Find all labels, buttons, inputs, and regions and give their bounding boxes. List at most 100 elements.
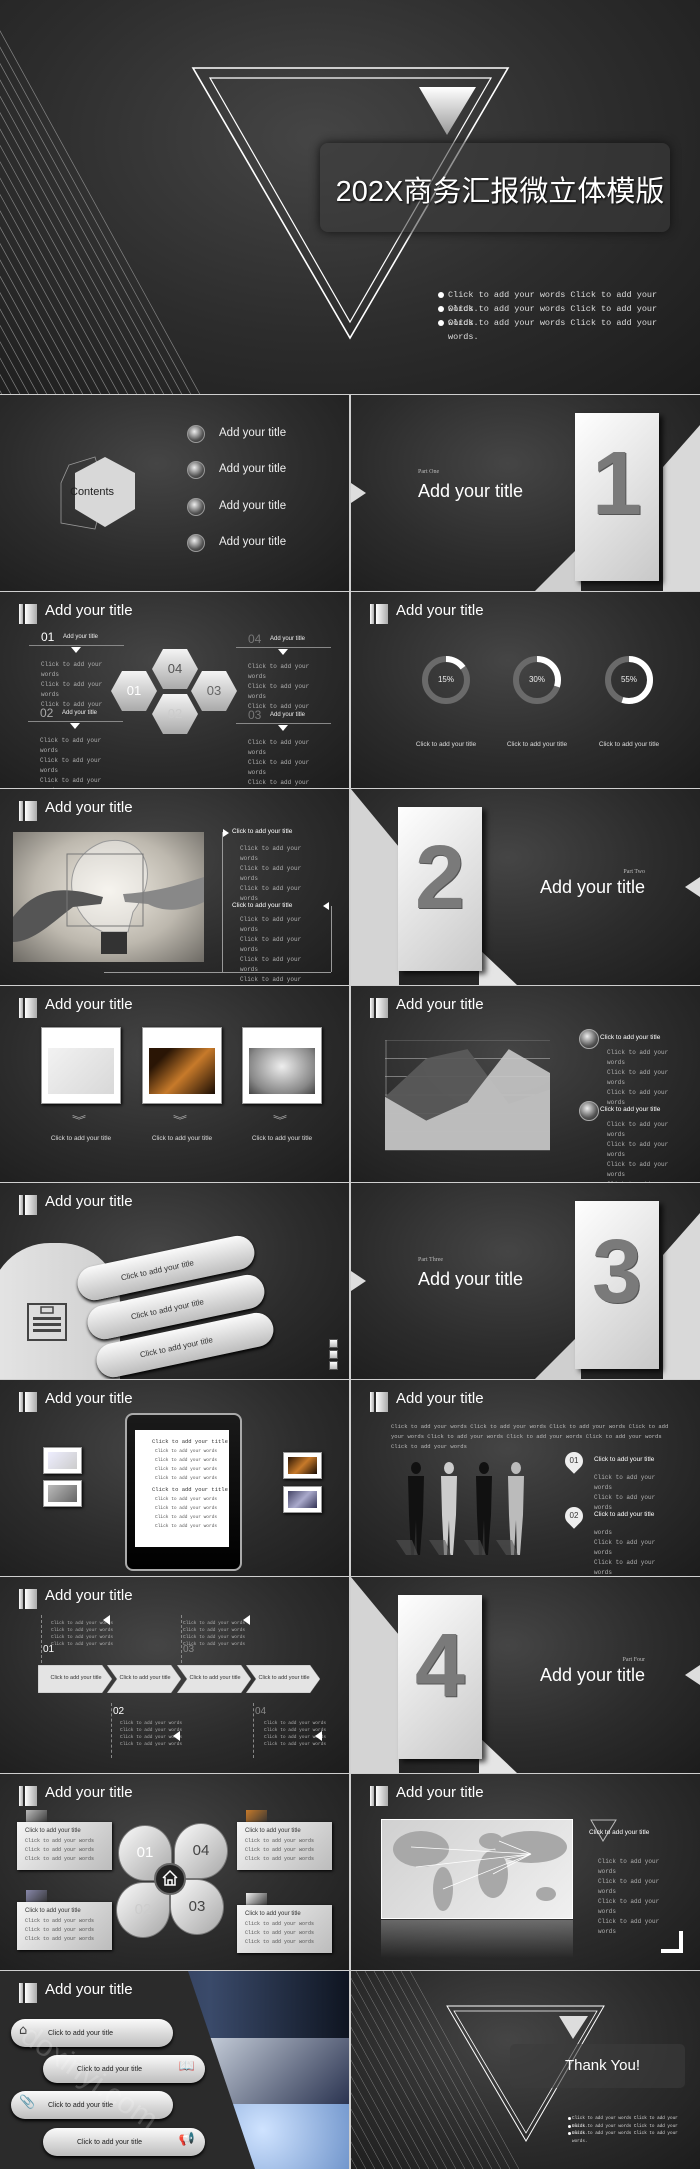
text-line: Click to add your words [25,1936,95,1942]
flower-slide[interactable]: Add your title 01 04 02 03 Click to add your … [0,1774,349,1970]
rings-slide[interactable]: Add your title 15% Click to add your title… [351,592,700,788]
section-slide-1[interactable]: 1 Part One Add your title [351,395,700,591]
contents-item[interactable]: Add your title [219,536,286,548]
process-slide[interactable]: Add your title Click to add your title Cli… [0,1577,349,1773]
text-line: Click to add your [598,1918,660,1925]
photo-frame[interactable] [142,1027,222,1104]
section-title: Add your title [418,481,524,501]
text-line: words [40,786,101,788]
section-slide-4[interactable]: 4 Part Four Add your title [351,1577,700,1773]
text-line: words [240,855,259,862]
text-line: words [594,1529,613,1536]
header-bar-icon [370,1786,388,1806]
text-line: Click to add your words [183,1635,246,1640]
text-line: Click to add your [248,663,310,670]
text-lines: words Click to add your words Click to add … [594,1528,655,1576]
ring-label: 15% [437,675,454,684]
text-lines: Click to add your words Click to add your w… [40,736,101,788]
bullet-dot-icon [438,292,444,298]
section-title: Click to add your title [232,828,293,835]
text-line: words [607,1171,626,1178]
hexagon-slide[interactable]: Add your title 01 02 03 04 01 Add your title Cl… [0,592,349,788]
triangle-icon [559,2016,588,2039]
cover-slide[interactable]: 202X商务汇报微立体模版 Click to add your words Cl… [0,0,700,394]
text-lines: Click to add your words Click to add your… [25,1837,104,1864]
home-icon [162,1869,178,1886]
text-line: Click to add your [41,661,103,668]
step-label[interactable]: Click to add your title [44,1675,108,1681]
number-card: 3 [575,1201,659,1369]
divider [236,647,331,648]
book-icon: 📖 [178,2059,195,2074]
contents-item[interactable]: Add your title [219,500,286,512]
part-label: Part Four [622,1657,646,1663]
text-line: words [594,1484,613,1491]
photo [288,1491,317,1508]
step-label[interactable]: Click to add your title [113,1675,177,1681]
thank-you-slide[interactable]: Thank You! Click to add your words Click … [351,1971,700,2169]
bar [25,1589,37,1609]
doc-frame [27,1303,67,1341]
step-label[interactable]: Click to add your title [252,1675,316,1681]
chart-slide[interactable]: Add your title Click to add your title Cli… [351,986,700,1182]
bar [19,998,23,1018]
map-slide[interactable]: Add your title Click to add your title Cli… [351,1774,700,1970]
people-slide[interactable]: Add your title Click to add your words Cl… [351,1380,700,1576]
box-title: Click to add your title [25,1908,81,1914]
dashed-line [111,1703,112,1758]
ring-label: 30% [528,675,545,684]
text-line: Click to add your [598,1878,660,1885]
contents-item[interactable]: Add your title [219,463,286,475]
triangle-icon [419,87,476,135]
menu-slide[interactable]: Add your title Click to add your title ⌂ Cl… [0,1971,349,2169]
step-label[interactable]: Click to add your title [183,1675,247,1681]
text-line: Click to add your words [25,1927,95,1933]
section-slide-3[interactable]: 3 Part Three Add your title [351,1183,700,1379]
text-line: Click to add your words [245,1847,315,1853]
photos-slide[interactable]: Add your title ︾ Click to add your title ︾ C… [0,986,349,1182]
text-line: Click to add your words [51,1635,114,1640]
photo-thumbnail[interactable] [283,1452,322,1479]
tablet-slide[interactable]: Add your title Click to add your title Cli… [0,1380,349,1576]
light-panel [663,1213,700,1379]
item-title: Click to add your title [594,1511,655,1518]
text-line: words [248,769,267,776]
photo-thumbnail[interactable] [283,1486,322,1513]
triangle-marker [173,1731,180,1741]
contents-slide[interactable]: Contents Add your title Add your title Add… [0,395,349,591]
text-line: Click to add your [240,976,302,983]
connector-line [331,906,332,972]
square-marker [329,1350,338,1359]
rss-icon [187,534,205,552]
text-lines: Click to add your words Click to add your w… [240,915,301,985]
photo-thumbnail[interactable] [43,1447,82,1474]
slide-title: Add your title [45,1390,133,1407]
slide-title: Add your title [45,996,133,1013]
text-line: Click to add your [40,757,102,764]
section-title: Add your title [539,877,645,897]
bar [376,1786,388,1806]
triangle-marker [223,829,229,837]
photo-thumbnail[interactable] [43,1480,82,1507]
part-label: Part Three [418,1257,444,1263]
bar [25,604,37,624]
text-line: words [598,1928,617,1935]
menu-pill[interactable]: Click to add your title 📢 [43,2128,205,2156]
bulb-slide[interactable]: Add your title Click to add your title Cli… [0,789,349,985]
section-slide-2[interactable]: 2 Part Two Add your title [351,789,700,985]
photo-frame[interactable] [242,1027,322,1104]
text-box: Click to add your title Click to add your… [17,1902,112,1950]
house [162,1869,178,1886]
header-bar-icon [370,998,388,1018]
paragraph: Click to add your words Click to add you… [391,1423,669,1450]
text-line: Click to add your words [155,1458,218,1463]
photo-frame[interactable] [41,1027,121,1104]
header-bar-icon [19,1983,37,2003]
disc-icon [579,1029,599,1049]
triangle-marker [71,647,81,653]
contents-item[interactable]: Add your title [219,427,286,439]
header-bar-icon [370,1392,388,1412]
diagonal-line [351,2125,376,2169]
pills-slide[interactable]: Add your title Click to add your title Cli… [0,1183,349,1379]
text-line: Click to add your words [245,1939,315,1945]
